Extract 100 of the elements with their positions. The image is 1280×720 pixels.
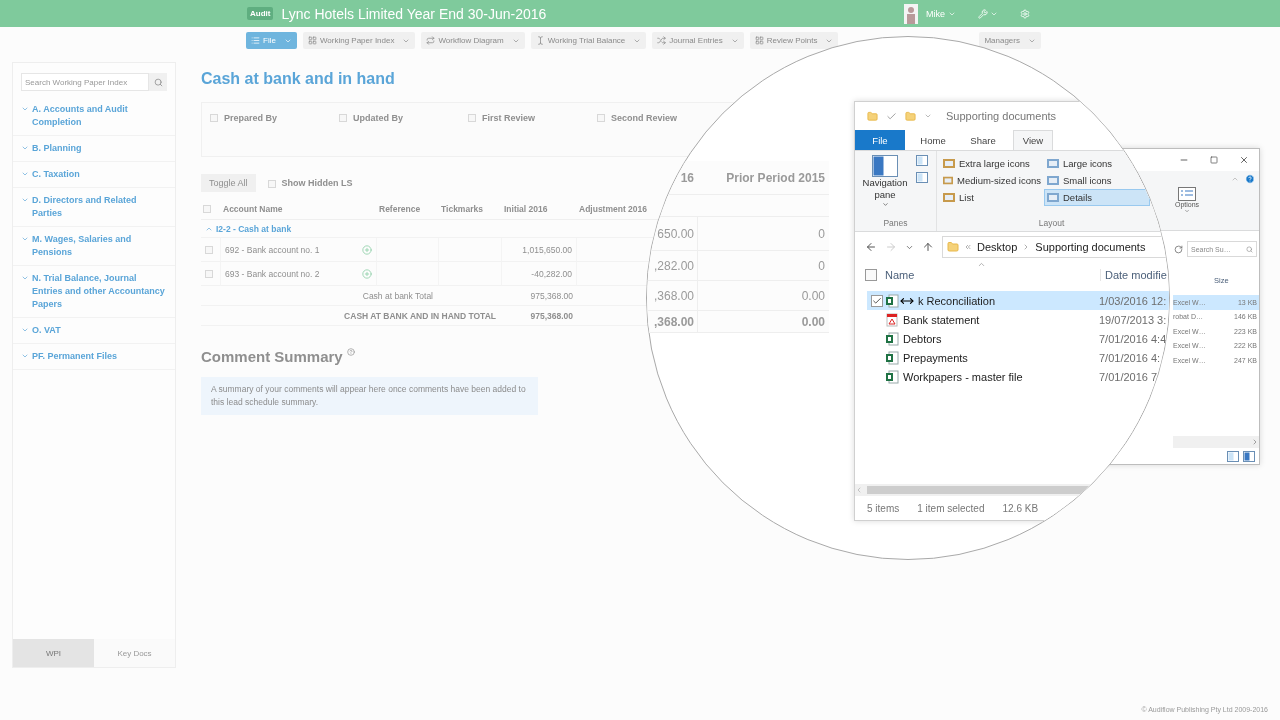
amount: -40,282.00 <box>531 268 572 279</box>
file-name: Debtors <box>903 332 943 345</box>
layout-option[interactable]: Small icons <box>1044 172 1150 189</box>
toolbar-button[interactable]: Journal Entries <box>652 32 744 49</box>
add-icon[interactable] <box>362 268 372 279</box>
ribbon-tab[interactable]: File <box>855 130 905 150</box>
checkmark-icon <box>872 295 882 306</box>
audit-badge: Audit <box>247 7 274 20</box>
check-icon[interactable] <box>886 110 897 122</box>
search-field[interactable]: Search Working Paper Index <box>21 73 149 91</box>
spreadsheet-file-icon <box>885 331 899 346</box>
grid-icon <box>307 36 317 45</box>
search-icon <box>1246 245 1253 253</box>
amount: 0 <box>818 258 825 273</box>
scroll-left-icon[interactable] <box>855 486 863 494</box>
total-label: Cash at bank Total <box>362 290 433 301</box>
caret-icon[interactable] <box>924 112 932 120</box>
avatar-icon <box>904 3 918 24</box>
column-header[interactable]: Date modifie <box>1100 269 1167 281</box>
file-row[interactable]: k Reconciliation 1/03/2016 12: <box>867 291 1169 310</box>
column-header: Account Name <box>223 203 283 214</box>
layout-option[interactable]: List <box>940 189 1044 206</box>
add-icon[interactable] <box>362 244 372 255</box>
toolbar-button[interactable]: Working Paper Index <box>302 32 416 49</box>
checkbox-label: Show Hidden LS <box>281 178 353 188</box>
settings-button[interactable] <box>1020 8 1030 19</box>
collapse-ribbon-icon[interactable] <box>1231 175 1239 183</box>
file-row[interactable]: Bank statement 19/07/2013 3: <box>867 310 1169 329</box>
file-date: 1/03/2016 12: <box>1099 294 1167 307</box>
group-link[interactable]: I2-2 - Cash at bank <box>216 223 292 234</box>
chevron-icon[interactable] <box>21 352 29 360</box>
ribbon-tab[interactable]: Share <box>963 130 1003 150</box>
back-icon[interactable] <box>865 241 877 253</box>
layout-option[interactable]: Extra large icons <box>940 155 1044 172</box>
file-row[interactable]: Workpapers - master file 7/01/2016 7 <box>867 367 1169 386</box>
close-icon <box>1239 155 1249 165</box>
loop-arrows-icon <box>426 36 436 45</box>
horizontal-scrollbar[interactable] <box>1173 436 1259 448</box>
view-icon <box>1047 159 1059 168</box>
search-icon <box>153 77 163 87</box>
file-name: Bank statement <box>903 313 981 326</box>
index-section-link[interactable]: D. Directors and Related Parties <box>32 194 167 220</box>
index-section-link[interactable]: M. Wages, Salaries and Pensions <box>32 233 167 259</box>
account-name: 692 - Bank account no. 1 <box>225 244 320 255</box>
chevron-icon[interactable] <box>21 326 29 334</box>
folder-icon[interactable] <box>905 110 916 122</box>
layout-option[interactable]: Medium-sized icons <box>940 172 1044 189</box>
view-icon <box>943 193 955 202</box>
amount: 650.00 <box>657 226 694 241</box>
section-title: Comment Summary <box>201 348 343 365</box>
index-section-link[interactable]: PF. Permanent Files <box>32 350 118 363</box>
layout-option[interactable]: Details <box>1044 189 1150 206</box>
details-pane-icon <box>916 172 928 183</box>
layout-option[interactable]: Large icons <box>1044 155 1150 172</box>
folder-icon <box>947 241 959 253</box>
index-section-link[interactable]: B. Planning <box>32 142 82 155</box>
navigation-pane-button[interactable]: Navigation pane <box>860 155 910 218</box>
file-name: k Reconciliation <box>918 294 997 307</box>
index-section-link[interactable]: N. Trial Balance, Journal Entries and other Accountancy Papers <box>32 272 167 311</box>
tools-menu-button[interactable] <box>978 8 998 19</box>
chevron-icon[interactable] <box>21 235 29 243</box>
file-row[interactable]: Prepayments 7/01/2016 4: <box>867 348 1169 367</box>
toolbar-button[interactable]: Review Points <box>749 32 839 49</box>
checkbox[interactable] <box>865 269 877 281</box>
file-name: Prepayments <box>903 351 969 364</box>
toolbar-button[interactable]: Working Trial Balance <box>530 32 647 49</box>
chevron-icon[interactable] <box>21 105 29 113</box>
refresh-icon[interactable] <box>1174 244 1183 254</box>
toolbar-button[interactable]: Workflow Diagram <box>421 32 525 49</box>
up-icon[interactable] <box>922 241 934 253</box>
chevron-icon[interactable] <box>21 144 29 152</box>
group-label: Layout <box>1037 218 1066 230</box>
scroll-right-icon[interactable] <box>1251 438 1259 446</box>
column-header[interactable]: Name <box>885 269 1100 281</box>
pane-layout-icon <box>872 155 898 177</box>
index-section-link[interactable]: C. Taxation <box>32 168 80 181</box>
chevron-icon[interactable] <box>21 274 29 282</box>
chevron-icon[interactable] <box>21 196 29 204</box>
spreadsheet-file-icon <box>885 293 899 308</box>
search-button[interactable] <box>149 73 167 91</box>
large-view-icon <box>1243 450 1255 462</box>
ribbon-tab[interactable]: Home <box>913 130 953 150</box>
toggle-all-button[interactable]: Toggle All <box>201 174 256 192</box>
file-row[interactable]: Debtors 7/01/2016 4:4 <box>867 329 1169 348</box>
amount: 0.00 <box>801 288 825 303</box>
checkbox[interactable] <box>871 294 883 307</box>
toolbar-button[interactable]: Managers <box>979 32 1041 49</box>
view-icon <box>943 176 954 185</box>
ribbon-tab[interactable]: View <box>1013 130 1053 150</box>
index-section-link[interactable]: A. Accounts and Audit Completion <box>32 103 167 129</box>
index-section-link[interactable]: O. VAT <box>32 324 61 337</box>
forward-icon[interactable] <box>885 241 897 253</box>
caret-icon <box>881 201 889 208</box>
folder-icon <box>867 110 878 122</box>
column-header: Reference <box>379 203 421 214</box>
column-header: 16 <box>680 170 694 185</box>
chevron-icon[interactable] <box>21 170 29 178</box>
help-icon[interactable] <box>346 348 355 356</box>
sidebar-tab[interactable]: WPI <box>13 639 94 667</box>
amount: ,368.00 <box>653 288 694 303</box>
